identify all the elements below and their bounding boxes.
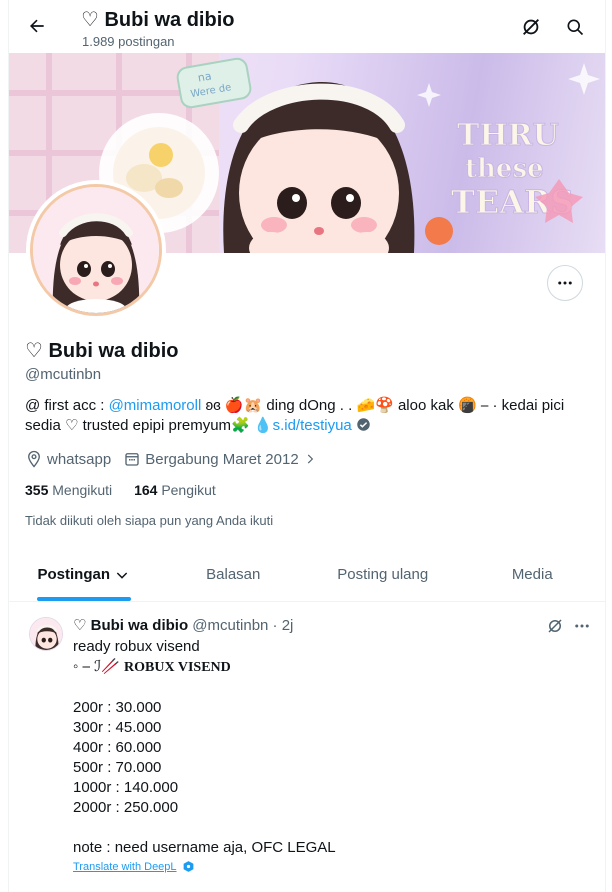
post-avatar-image: [30, 618, 62, 650]
followers-count: 164: [134, 482, 158, 498]
tab-postingan[interactable]: Postingan: [9, 548, 159, 601]
bio-link[interactable]: s.id/testiyua: [273, 417, 352, 434]
following-link[interactable]: 355 Mengikuti: [25, 482, 112, 498]
post-author-name[interactable]: ♡ Bubi wa dibio: [73, 617, 188, 634]
following-label: Mengikuti: [52, 482, 113, 498]
verified-check-icon: [357, 418, 370, 431]
back-button[interactable]: [21, 10, 53, 42]
post-text: ready robux visend ◦ ⎯ ℐ🥢 ROBUX VISEND 200…: [73, 637, 573, 858]
price-line: 200r : 30.000: [73, 699, 162, 716]
more-dots-icon: [558, 281, 572, 285]
bio-mention-link[interactable]: @mimamoroll: [109, 397, 202, 414]
profile-name: ♡ Bubi wa dibio: [25, 340, 179, 362]
location-text: whatsapp: [47, 450, 112, 468]
translate-link[interactable]: Translate with DeepL: [73, 860, 195, 873]
grok-icon: [548, 619, 562, 633]
more-dots-icon: [575, 624, 589, 628]
joined-item: Bergabung Maret 2012: [123, 450, 320, 468]
arrow-left-icon: [30, 19, 44, 33]
post-more-button[interactable]: [570, 614, 594, 638]
tab-label: Balasan: [206, 566, 261, 583]
profile-more-button[interactable]: [547, 265, 583, 301]
deepl-icon: [183, 861, 193, 872]
profile-bio: @ first acc : @mimamoroll ʚɞ 🍎🐹 ding dOn…: [25, 396, 591, 436]
post-line-2: ◦ ⎯ ℐ🥢 ROBUX VISEND: [73, 657, 573, 678]
profile-meta: whatsapp Bergabung Maret 2012: [25, 450, 333, 468]
post-count: 1.989 postingan: [82, 34, 175, 49]
chevron-down-icon: [116, 571, 128, 579]
translate-label: Translate with DeepL: [73, 860, 177, 873]
active-tab-indicator: [36, 597, 131, 601]
following-count: 355: [25, 482, 49, 498]
post-header: ♡ Bubi wa dibio @mcutinbn · 2j: [73, 616, 293, 634]
post-separator: ·: [272, 617, 278, 634]
post-author-handle[interactable]: @mcutinbn: [192, 617, 268, 634]
price-line: 500r : 70.000: [73, 759, 162, 776]
tab-media[interactable]: Media: [458, 548, 606, 601]
banner-lettering-1: THRU: [457, 118, 559, 153]
post-grok-button[interactable]: [543, 614, 567, 638]
calendar-icon: [125, 453, 139, 466]
tab-posting-ulang[interactable]: Posting ulang: [308, 548, 458, 601]
tab-label: Postingan: [37, 566, 110, 583]
location-item: whatsapp: [25, 450, 111, 468]
followers-label: Pengikut: [161, 482, 216, 498]
post-line-1: ready robux visend: [73, 638, 200, 655]
page-title: ♡ Bubi wa dibio: [81, 9, 235, 31]
chevron-right-icon[interactable]: [303, 452, 317, 466]
followers-link[interactable]: 164 Pengikut: [134, 482, 216, 498]
profile-page: ♡ Bubi wa dibio 1.989 postingan na Were …: [8, 0, 606, 892]
joined-text: Bergabung Maret 2012: [145, 450, 299, 468]
top-bar: ♡ Bubi wa dibio 1.989 postingan: [9, 0, 605, 53]
post-line-2-prefix: ◦ ⎯ ℐ🥢: [73, 658, 125, 675]
price-line: 400r : 60.000: [73, 739, 162, 756]
post-note: note : need username aja, OFC LEGAL: [73, 839, 336, 856]
post-time[interactable]: 2j: [282, 617, 294, 634]
location-pin-icon: [28, 450, 40, 468]
post-line-2-title: ROBUX VISEND: [124, 660, 231, 675]
profile-handle: @mcutinbn: [25, 366, 102, 383]
price-line: 2000r : 250.000: [73, 799, 179, 816]
grok-icon: [523, 19, 539, 35]
svg-text:na: na: [197, 69, 213, 84]
price-line: 300r : 45.000: [73, 719, 162, 736]
followers-you-know-note: Tidak diikuti oleh siapa pun yang Anda i…: [25, 513, 274, 528]
post-avatar[interactable]: [29, 617, 63, 651]
avatar-image: [33, 187, 159, 313]
profile-tabs: Postingan Balasan Posting ulang Media: [9, 548, 606, 602]
tab-label: Posting ulang: [337, 566, 429, 583]
banner-lettering-2: these: [465, 154, 544, 184]
price-line: 1000r : 140.000: [73, 779, 179, 796]
grok-button[interactable]: [515, 11, 547, 43]
follow-counts: 355 Mengikuti 164 Pengikut: [25, 482, 216, 498]
tab-label: Media: [511, 566, 553, 583]
tab-balasan[interactable]: Balasan: [159, 548, 309, 601]
search-icon: [567, 19, 584, 36]
profile-avatar[interactable]: [26, 180, 166, 320]
search-button[interactable]: [559, 11, 591, 43]
bio-prefix: @ first acc :: [25, 397, 109, 414]
